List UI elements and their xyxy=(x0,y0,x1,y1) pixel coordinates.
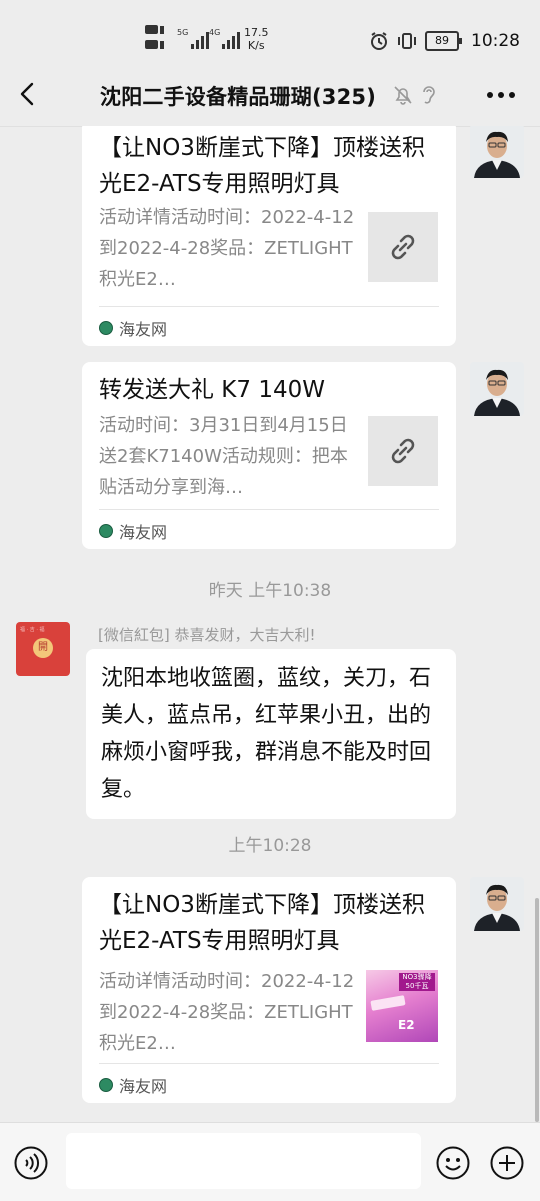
avatar-photo xyxy=(470,362,524,416)
voice-icon[interactable] xyxy=(14,1146,48,1180)
time-separator: 昨天 上午10:38 xyxy=(208,581,332,601)
link-card-description: 活动详情活动时间：2022-4-12到2022-4-28奖品：ZETLIGHT积… xyxy=(99,207,355,290)
source-logo-icon xyxy=(99,321,113,335)
network-speed-value: 17.5 xyxy=(244,26,269,39)
message-input[interactable] xyxy=(66,1133,421,1189)
avatar-photo xyxy=(470,126,524,178)
link-card-source: 海友网 xyxy=(99,1073,167,1097)
red-packet-notice: [微信紅包] 恭喜发财，大吉大利! xyxy=(98,626,316,644)
red-packet-pattern: 福 · 吉 · 福 xyxy=(20,627,45,633)
link-card-source-name: 海友网 xyxy=(119,1077,168,1096)
product-image-label: E2 xyxy=(398,1018,415,1032)
red-packet-coin: 開 xyxy=(33,638,53,658)
avatar[interactable] xyxy=(470,877,524,931)
link-card-title: 转发送大礼 K7 140W xyxy=(99,377,325,403)
link-card-divider xyxy=(99,509,439,510)
link-icon xyxy=(391,438,415,464)
avatar-photo xyxy=(470,877,524,931)
link-card-title: 【让NO3断崖式下降】顶楼送积光E2-ATS专用照明灯具 xyxy=(99,135,425,197)
more-icon[interactable] xyxy=(486,91,516,99)
link-card-divider xyxy=(99,306,439,307)
clock: 10:28 xyxy=(471,31,520,51)
link-card-source-name: 海友网 xyxy=(119,523,168,542)
network-speed: 17.5 K/s xyxy=(244,26,269,52)
link-card[interactable]: 转发送大礼 K7 140W 活动时间：3月31日到4月15日送2套K7140W活… xyxy=(82,362,456,549)
battery-icon: 89 xyxy=(425,31,462,51)
alarm-icon xyxy=(371,32,387,50)
link-card-description: 活动时间：3月31日到4月15日送2套K7140W活动规则：把本贴活动分享到海… xyxy=(99,415,348,498)
link-card-source: 海友网 xyxy=(99,316,167,340)
network-speed-unit: K/s xyxy=(247,39,265,52)
back-icon[interactable] xyxy=(14,80,42,108)
link-card-source-name: 海友网 xyxy=(119,320,168,339)
vibrate-icon xyxy=(398,33,416,49)
link-card-thumbnail xyxy=(368,212,438,282)
mute-icon xyxy=(394,86,412,105)
chat-title: 沈阳二手设备精品珊瑚(325) xyxy=(100,85,377,109)
link-card-source: 海友网 xyxy=(99,519,167,543)
link-card[interactable]: 【让NO3断崖式下降】顶楼送积光E2-ATS专用照明灯具 活动详情活动时间：20… xyxy=(82,877,456,1103)
link-card-thumbnail: NO3骤降 50千瓦 E2 xyxy=(366,970,438,1042)
status-bar: 5G 4G 17.5 K/s 89 10:28 xyxy=(0,0,540,62)
link-card-thumbnail xyxy=(368,416,438,486)
product-image-banner: NO3骤降 50千瓦 xyxy=(399,973,435,991)
link-card-divider xyxy=(99,1063,439,1064)
link-card-description: 活动详情活动时间：2022-4-12到2022-4-28奖品：ZETLIGHT积… xyxy=(99,971,355,1054)
source-logo-icon xyxy=(99,1078,113,1092)
earpiece-icon xyxy=(423,86,435,104)
scrollbar[interactable] xyxy=(535,898,539,1122)
text-message[interactable]: 沈阳本地收篮圈，蓝纹，关刀，石美人，蓝点吊，红苹果小丑，出的麻烦小窗呼我，群消息… xyxy=(86,649,456,819)
chat-header: 沈阳二手设备精品珊瑚(325) xyxy=(0,62,540,127)
message-list[interactable]: 【让NO3断崖式下降】顶楼送积光E2-ATS专用照明灯具 活动详情活动时间：20… xyxy=(0,126,540,1122)
avatar[interactable] xyxy=(470,362,524,416)
emoji-icon[interactable] xyxy=(436,1146,470,1180)
input-bar xyxy=(0,1122,540,1201)
svg-text:5G: 5G xyxy=(177,28,188,37)
link-card[interactable]: 【让NO3断崖式下降】顶楼送积光E2-ATS专用照明灯具 活动详情活动时间：20… xyxy=(82,126,456,346)
time-separator: 上午10:28 xyxy=(228,836,312,856)
link-card-title: 【让NO3断崖式下降】顶楼送积光E2-ATS专用照明灯具 xyxy=(99,892,425,954)
svg-text:4G: 4G xyxy=(209,28,220,37)
link-icon xyxy=(391,234,415,260)
avatar[interactable] xyxy=(470,126,524,178)
plus-icon[interactable] xyxy=(490,1146,524,1180)
source-logo-icon xyxy=(99,524,113,538)
product-lamp-shape xyxy=(370,995,406,1011)
red-packet-icon[interactable]: 福 · 吉 · 福 開 xyxy=(16,622,70,676)
